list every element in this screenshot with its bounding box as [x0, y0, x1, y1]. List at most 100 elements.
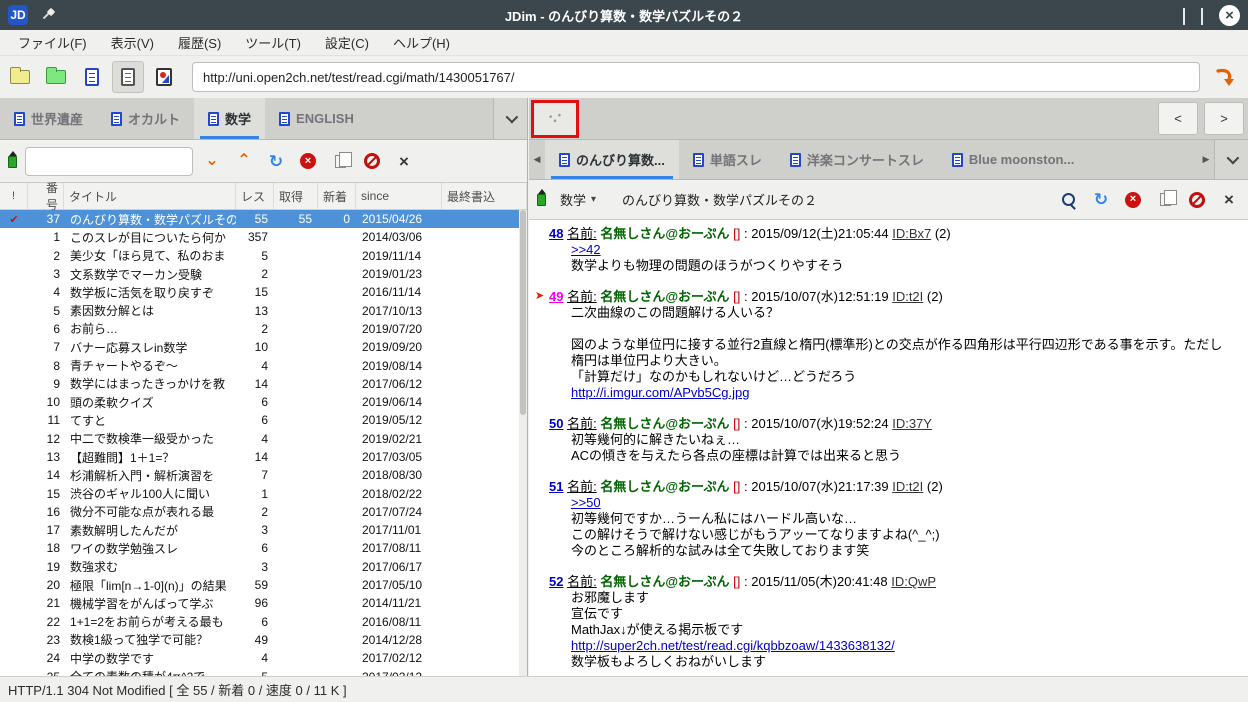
post-line: >>50: [571, 495, 601, 510]
post-id-link[interactable]: ID:t2I: [892, 479, 923, 494]
thread-list-row[interactable]: ✔ 37 のんびり算数・数学パズルその２ 55 55 0 2015/04/26: [0, 210, 527, 229]
delete-log-button[interactable]: [1184, 187, 1210, 213]
thread-list-row[interactable]: 13 【超難問】1＋1=？ 14 2017/03/05: [0, 448, 527, 466]
thread-list-row[interactable]: 9 数学にはまったきっかけを教 14 2017/06/12: [0, 375, 527, 393]
post-number-link[interactable]: 52: [549, 574, 563, 589]
thread-tab-label: 洋楽コンサートスレ: [806, 153, 924, 168]
bbs-list-button[interactable]: [4, 61, 36, 93]
nav-back-button[interactable]: <: [1158, 102, 1198, 135]
write-pencil-icon[interactable]: [535, 189, 548, 209]
thread-tab[interactable]: Blue moonston...: [938, 140, 1088, 179]
open-url-button[interactable]: [1208, 61, 1242, 93]
board-tab[interactable]: 数学: [194, 98, 266, 139]
col-since[interactable]: since: [356, 183, 442, 209]
search-prev-button[interactable]: ⌃: [231, 148, 257, 174]
thread-list-row[interactable]: 10 頭の柔軟クイズ 6 2019/06/14: [0, 393, 527, 411]
thread-list-button[interactable]: [76, 61, 108, 93]
thread-search-input[interactable]: [25, 146, 193, 176]
tab-scroll-right-button[interactable]: ▶: [1198, 140, 1214, 179]
thread-tab[interactable]: 洋楽コンサートスレ: [776, 140, 938, 179]
close-tab-button[interactable]: ×: [1216, 187, 1242, 213]
stop-load-button[interactable]: ×: [1120, 187, 1146, 213]
post-id-link[interactable]: ID:t2I: [892, 289, 923, 304]
row-since: 2014/12/28: [362, 632, 423, 647]
row-res: 357: [247, 230, 268, 245]
thread-tab[interactable]: のんびり算数...: [545, 140, 679, 179]
col-res[interactable]: レス: [236, 183, 274, 209]
thread-list-row[interactable]: 2 美少女「ほら見て、私のおま 5 2019/11/14: [0, 247, 527, 265]
col-number[interactable]: 番号: [28, 181, 64, 212]
thread-list-row[interactable]: 14 杉浦解析入門・解析演習を 7 2018/08/30: [0, 466, 527, 484]
search-next-button[interactable]: ⌄: [199, 148, 225, 174]
delete-log-button[interactable]: [359, 148, 385, 174]
col-last-write[interactable]: 最終書込: [442, 183, 527, 209]
menu-item[interactable]: 表示(V): [101, 30, 164, 55]
url-input[interactable]: [192, 62, 1200, 92]
image-tab-thumbnail[interactable]: [531, 100, 579, 138]
board-tab-menu-button[interactable]: [493, 98, 527, 139]
thread-list-row[interactable]: 23 数検1級って独学で可能？ 49 2014/12/28: [0, 631, 527, 649]
favorites-button[interactable]: [40, 61, 72, 93]
reload-button[interactable]: ↻: [263, 148, 289, 174]
board-tab[interactable]: ENGLISH: [265, 98, 368, 139]
tab-scroll-left-button[interactable]: ◀: [529, 140, 545, 179]
board-select[interactable]: 数学 ▾: [554, 186, 602, 213]
board-tab[interactable]: オカルト: [97, 98, 194, 139]
image-view-button[interactable]: [148, 61, 180, 93]
menu-item[interactable]: 履歴(S): [168, 30, 231, 55]
nav-forward-button[interactable]: >: [1204, 102, 1244, 135]
thread-tab[interactable]: 単語スレ: [679, 140, 776, 179]
reload-button[interactable]: ↻: [1088, 187, 1114, 213]
thread-list-row[interactable]: 17 素数解明したんだが 3 2017/11/01: [0, 521, 527, 539]
thread-list-scrollbar[interactable]: [519, 210, 527, 676]
stop-load-button[interactable]: ×: [295, 148, 321, 174]
close-tab-button[interactable]: ×: [391, 148, 417, 174]
scrollbar-thumb[interactable]: [520, 210, 526, 416]
post-number-link[interactable]: 49: [549, 289, 563, 304]
maximize-button[interactable]: [1201, 7, 1203, 25]
board-tab[interactable]: 世界遺産: [0, 98, 97, 139]
thread-list-row[interactable]: 6 お前ら… 2 2019/07/20: [0, 320, 527, 338]
minimize-button[interactable]: [1183, 7, 1185, 25]
thread-list-row[interactable]: 20 極限「lim[n→1-0](n)」の結果 59 2017/05/10: [0, 576, 527, 594]
chevron-down-icon: [505, 110, 519, 124]
col-got[interactable]: 取得: [274, 183, 318, 209]
open-new-button[interactable]: [1152, 187, 1178, 213]
write-pencil-icon[interactable]: [6, 150, 19, 171]
post-id-link[interactable]: ID:37Y: [892, 416, 932, 431]
menu-item[interactable]: ツール(T): [235, 30, 311, 55]
thread-view-button[interactable]: [112, 61, 144, 93]
post-id-link[interactable]: ID:Bx7: [892, 226, 931, 241]
row-since: 2016/08/11: [362, 614, 422, 629]
thread-list-row[interactable]: 8 青チャートやるぞ～ 4 2019/08/14: [0, 356, 527, 374]
thread-list-row[interactable]: 5 素因数分解とは 13 2017/10/13: [0, 301, 527, 319]
thread-list-row[interactable]: 18 ワイの数学勉強スレ 6 2017/08/11: [0, 539, 527, 557]
post-number-link[interactable]: 50: [549, 416, 563, 431]
thread-list-row[interactable]: 19 数強求む 3 2017/06/17: [0, 558, 527, 576]
thread-list-row[interactable]: 24 中学の数学です 4 2017/02/12: [0, 649, 527, 667]
thread-list-row[interactable]: 3 文系数学でマーカン受験 2 2019/01/23: [0, 265, 527, 283]
thread-list-row[interactable]: 22 1+1=2をお前らが考える最も 6 2016/08/11: [0, 613, 527, 631]
post-number-link[interactable]: 48: [549, 226, 563, 241]
thread-list-row[interactable]: 11 てすと 6 2019/05/12: [0, 411, 527, 429]
search-button[interactable]: [1056, 187, 1082, 213]
thread-list-row[interactable]: 7 バナー応募スレin数学 10 2019/09/20: [0, 338, 527, 356]
post-number-link[interactable]: 51: [549, 479, 563, 494]
col-mark[interactable]: !: [0, 183, 28, 209]
close-button[interactable]: ×: [1219, 4, 1240, 26]
menu-item[interactable]: 設定(C): [315, 30, 379, 55]
thread-list-row[interactable]: 16 微分不可能な点が表れる最 2 2017/07/24: [0, 503, 527, 521]
menu-item[interactable]: ファイル(F): [8, 30, 97, 55]
col-title[interactable]: タイトル: [64, 183, 236, 209]
thread-list-row[interactable]: 15 渋谷のギャル100人に聞い 1 2018/02/22: [0, 484, 527, 502]
thread-list-row[interactable]: 4 数学板に活気を取り戻すぞ 15 2016/11/14: [0, 283, 527, 301]
thread-list-row[interactable]: 21 機械学習をがんばって学ぶ 96 2014/11/21: [0, 594, 527, 612]
col-new[interactable]: 新着: [318, 183, 356, 209]
thread-list-row[interactable]: 25 全ての素数の積が4π^2で 5 2017/02/12: [0, 667, 527, 676]
thread-tab-menu-button[interactable]: [1214, 140, 1248, 179]
thread-list-row[interactable]: 1 このスレが目についたら何か 357 2014/03/06: [0, 228, 527, 246]
post-id-link[interactable]: ID:QwP: [891, 574, 936, 589]
open-new-button[interactable]: [327, 148, 353, 174]
menu-item[interactable]: ヘルプ(H): [383, 30, 460, 55]
thread-list-row[interactable]: 12 中二で数検準一級受かった 4 2019/02/21: [0, 430, 527, 448]
